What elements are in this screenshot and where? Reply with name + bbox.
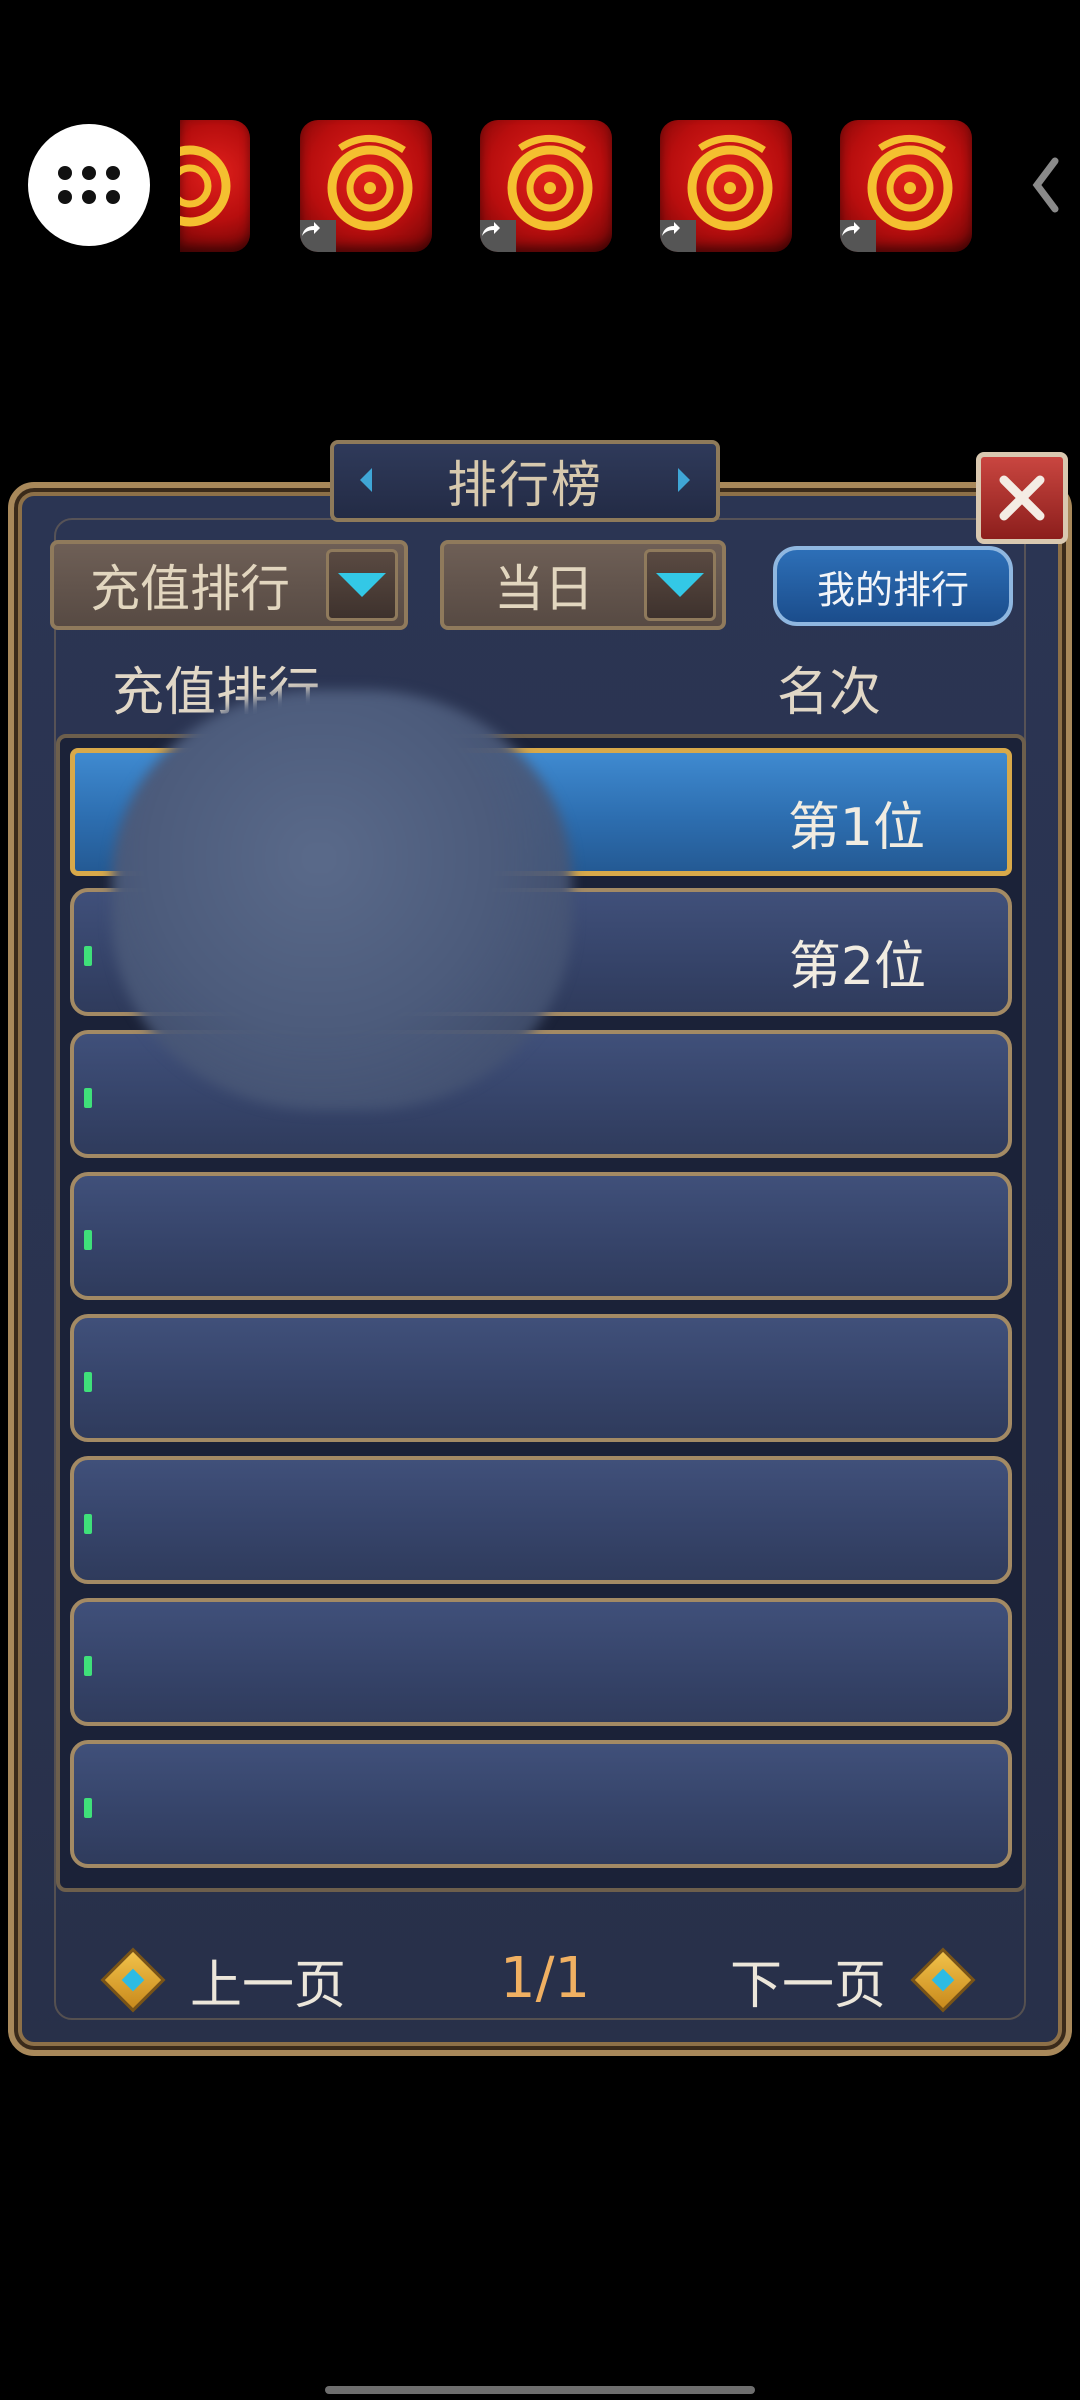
title-right-arrow-icon [678,468,690,492]
chevron-left-icon[interactable] [1026,150,1066,220]
ranking-row-rank: 第2位 [788,937,926,997]
title-left-arrow-icon [360,468,372,492]
apps-grid-icon [58,166,120,204]
shortcut-badge-icon [660,220,696,252]
row-marker-icon [84,1230,92,1250]
triangle-down-icon [656,573,704,597]
ranking-row[interactable] [70,1314,1012,1442]
row-marker-icon [84,946,92,966]
close-button[interactable] [976,452,1068,544]
row-marker-icon [84,1514,92,1534]
row-marker-icon [84,1798,92,1818]
triangle-down-icon [338,573,386,597]
dragon-app-icon[interactable] [180,120,250,252]
dragon-app-icon[interactable] [480,120,612,252]
panel-title: 排行榜 [447,456,603,514]
my-ranking-button[interactable]: 我的排行 [773,546,1013,626]
arrow-right-icon [910,1947,976,2013]
ranking-row[interactable] [70,1172,1012,1300]
next-page-label: 下一页 [730,1955,887,2016]
prev-page-label: 上一页 [190,1955,347,2016]
dragon-app-icon[interactable] [660,120,792,252]
ranking-row[interactable] [70,1598,1012,1726]
close-icon [999,475,1045,521]
panel-title-plate: 排行榜 [330,440,720,522]
home-indicator[interactable] [325,2386,755,2394]
row-marker-icon [84,1372,92,1392]
shortcut-badge-icon [480,220,516,252]
ranking-period-value: 当日 [494,560,594,618]
shortcut-badge-icon [840,220,876,252]
apps-menu-button[interactable] [28,124,150,246]
floating-app-bar [0,110,1080,260]
privacy-blur-overlay [112,690,572,1110]
page-indicator: 1/1 [500,1946,591,2011]
shortcut-badge-icon [300,220,336,252]
dropdown-arrow-button[interactable] [644,549,716,621]
ranking-period-dropdown[interactable]: 当日 [440,540,726,630]
column-header-rank: 名次 [777,663,882,723]
ranking-type-dropdown[interactable]: 充值排行 [50,540,408,630]
ranking-row[interactable] [70,1740,1012,1868]
dragon-app-icon[interactable] [840,120,972,252]
dragon-app-icon[interactable] [300,120,432,252]
prev-page-button[interactable]: 上一页 [100,1940,347,2020]
arrow-left-icon [100,1947,166,2013]
ranking-row-rank: 第1位 [787,798,925,858]
dropdown-arrow-button[interactable] [326,549,398,621]
next-page-button[interactable]: 下一页 [730,1940,976,2020]
ranking-row[interactable] [70,1456,1012,1584]
row-marker-icon [84,1088,92,1108]
row-marker-icon [84,1656,92,1676]
ranking-type-value: 充值排行 [90,560,290,618]
